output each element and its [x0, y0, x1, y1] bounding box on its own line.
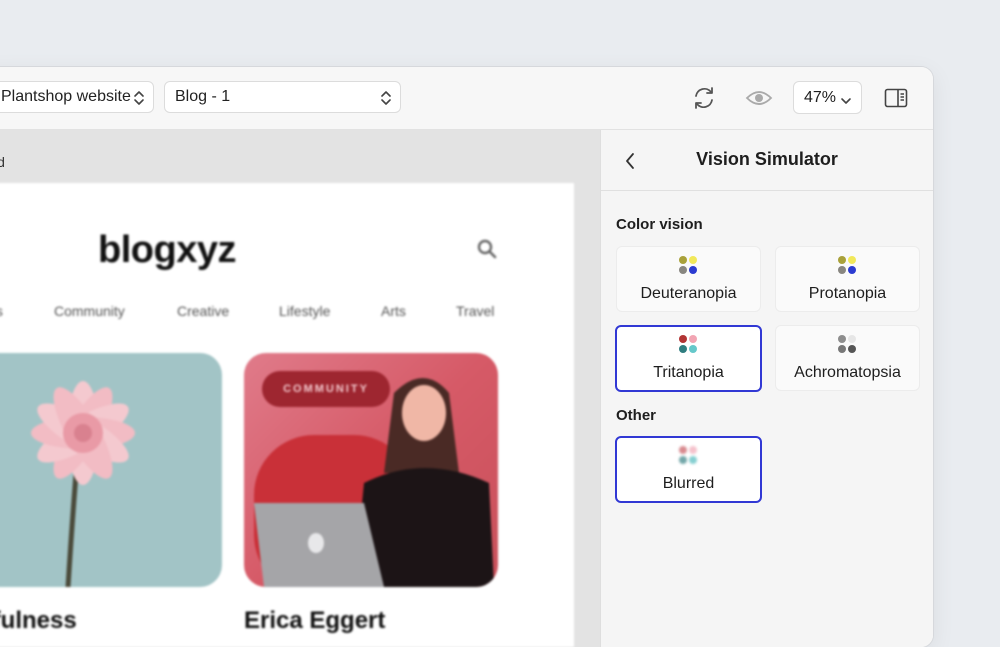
- refresh-icon[interactable]: [690, 84, 718, 112]
- option-label: Protanopia: [808, 285, 887, 302]
- color-swatch-icon: [678, 335, 699, 355]
- option-label: Achromatopsia: [794, 364, 901, 381]
- simulation-mode-label: rred: [0, 154, 5, 170]
- swatch-dot: [837, 345, 846, 353]
- swatch-dot: [678, 446, 687, 454]
- swatch-dot: [678, 266, 687, 274]
- nav-item: Lifestyle: [279, 303, 331, 319]
- panel-header: Vision Simulator: [601, 130, 933, 191]
- swatch-dot: [678, 345, 687, 353]
- category-badge: COMMUNITY: [262, 371, 390, 407]
- sidebar-toggle-icon[interactable]: [882, 84, 910, 112]
- blog-card-title: dfulness: [0, 607, 77, 634]
- blog-logo: blogxyz: [98, 229, 236, 271]
- swatch-dot: [837, 256, 846, 264]
- swatch-dot: [847, 266, 856, 274]
- page-select[interactable]: Blog - 1: [164, 81, 401, 113]
- swatch-dot: [847, 256, 856, 264]
- option-label: Deuteranopia: [640, 285, 737, 302]
- swatch-dot: [837, 266, 846, 274]
- zoom-value: 47%: [804, 89, 837, 106]
- swatch-dot: [678, 256, 687, 264]
- app-window: Plantshop website Blog - 1 47% d blogxyz…: [0, 67, 933, 647]
- nav-item: ts: [0, 303, 3, 319]
- zoom-select[interactable]: 47%: [793, 81, 862, 114]
- color-swatch-icon: [837, 335, 858, 355]
- option-label: Blurred: [662, 475, 715, 492]
- section-label-color-vision: Color vision: [616, 216, 703, 233]
- swatch-dot: [847, 335, 856, 343]
- option-label: Tritanopia: [653, 364, 724, 381]
- toolbar: Plantshop website Blog - 1 47%: [0, 67, 933, 130]
- search-icon: [477, 239, 497, 264]
- site-select-value: Plantshop website: [1, 88, 131, 105]
- swatch-dot: [837, 335, 846, 343]
- swatch-dot: [688, 345, 697, 353]
- section-label-other: Other: [616, 407, 657, 424]
- swatch-dot: [847, 345, 856, 353]
- swatch-dot: [688, 256, 697, 264]
- chevron-up-down-icon: [380, 88, 392, 118]
- blog-card-title: Erica Eggert: [244, 607, 386, 634]
- option-protanopia[interactable]: Protanopia: [775, 246, 920, 312]
- nav-item: Community: [54, 303, 125, 319]
- blog-card-image: [0, 353, 222, 587]
- page-select-value: Blog - 1: [175, 88, 231, 105]
- panel-title: Vision Simulator: [696, 149, 838, 169]
- option-achromatopsia[interactable]: Achromatopsia: [775, 325, 920, 391]
- canvas-area: rred blogxyz ts Community Creative Lifes…: [0, 130, 600, 647]
- swatch-dot: [688, 335, 697, 343]
- eye-icon[interactable]: [745, 84, 773, 112]
- option-blurred[interactable]: Blurred: [615, 436, 762, 503]
- option-deuteranopia[interactable]: Deuteranopia: [616, 246, 761, 312]
- nav-item: Travel: [456, 303, 495, 319]
- flower-illustration: [31, 381, 135, 587]
- color-swatch-icon: [678, 256, 699, 276]
- swatch-dot: [678, 335, 687, 343]
- nav-item: Arts: [381, 303, 406, 319]
- chevron-up-down-icon: [133, 88, 145, 118]
- vision-simulator-panel: Vision Simulator Color vision Deuteranop…: [600, 130, 933, 647]
- swatch-dot: [688, 266, 697, 274]
- swatch-dot: [688, 456, 697, 464]
- color-swatch-icon: [837, 256, 858, 276]
- site-select[interactable]: Plantshop website: [0, 81, 154, 113]
- page-preview: blogxyz ts Community Creative Lifestyle …: [0, 183, 574, 647]
- color-swatch-icon: [678, 446, 699, 466]
- nav-item: Creative: [177, 303, 230, 319]
- blog-card-image: COMMUNITY: [244, 353, 498, 587]
- option-tritanopia[interactable]: Tritanopia: [615, 325, 762, 392]
- swatch-dot: [688, 446, 697, 454]
- swatch-dot: [678, 456, 687, 464]
- chevron-down-icon: [840, 89, 852, 120]
